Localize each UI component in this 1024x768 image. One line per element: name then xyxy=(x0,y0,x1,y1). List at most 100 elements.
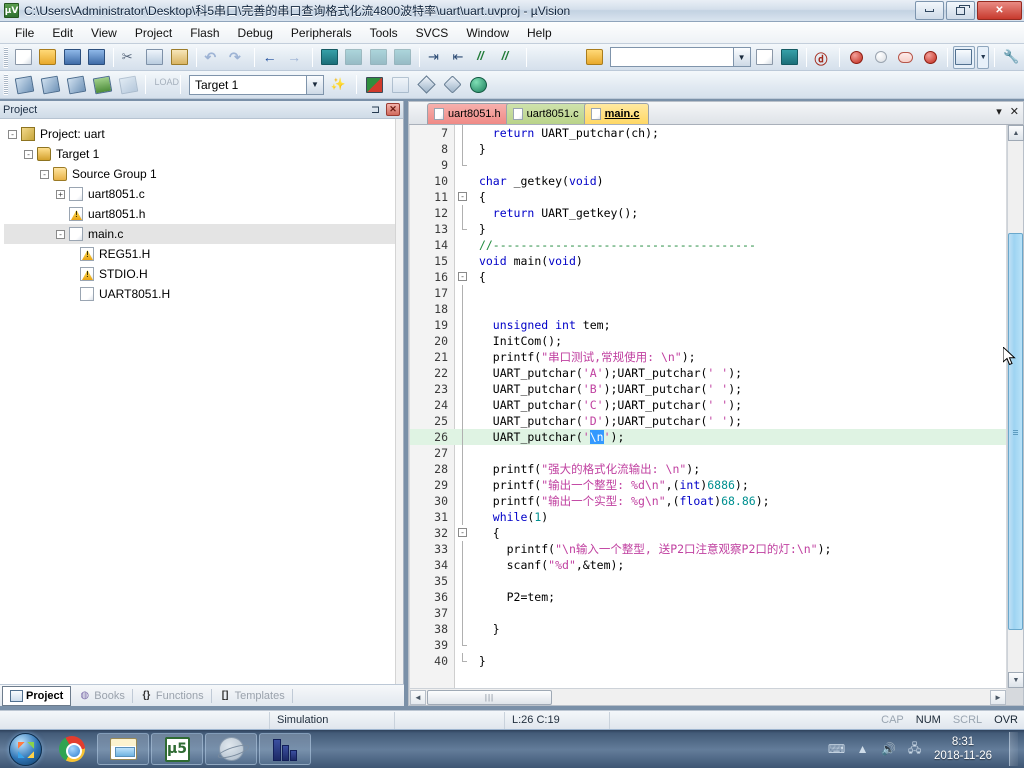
code-line[interactable]: 7 return UART_putchar(ch); xyxy=(410,125,1006,141)
fold-collapse-icon[interactable]: - xyxy=(458,192,467,201)
bookmark-prev-button[interactable] xyxy=(342,46,365,69)
navigate-back-button[interactable]: ← xyxy=(260,46,283,69)
navigate-forward-button[interactable]: → xyxy=(284,46,307,69)
redo-button[interactable]: ↷ xyxy=(226,46,249,69)
keyboard-icon[interactable]: ⌨ xyxy=(828,742,845,757)
copy-button[interactable] xyxy=(144,46,167,69)
configuration-wizard-button[interactable]: 🔧 xyxy=(1000,46,1023,69)
close-button[interactable]: ✕ xyxy=(977,1,1022,20)
manage-components-button[interactable] xyxy=(362,73,386,96)
breakpoint-disable-button[interactable] xyxy=(870,46,893,69)
stop-build-button[interactable] xyxy=(116,73,140,96)
scroll-down-button[interactable]: ▼ xyxy=(1008,672,1024,688)
build-button[interactable] xyxy=(38,73,62,96)
tree-item-source-group[interactable]: - Source Group 1 xyxy=(4,164,395,184)
target-select[interactable]: Target 1 ▼ xyxy=(189,74,324,95)
code-line[interactable]: 29 printf("输出一个整型: %d\n",(int)6886); xyxy=(410,477,1006,493)
menu-window[interactable]: Window xyxy=(457,24,518,42)
code-line[interactable]: 20 InitCom(); xyxy=(410,333,1006,349)
toolbar-grip[interactable] xyxy=(3,46,8,68)
volume-icon[interactable]: 🔊 xyxy=(880,742,897,757)
code-line[interactable]: 9 xyxy=(410,157,1006,173)
bookmark-clear-button[interactable] xyxy=(392,46,415,69)
code-line[interactable]: 21 printf("串口测试,常规使用: \n"); xyxy=(410,349,1006,365)
code-line[interactable]: 40 } xyxy=(410,653,1006,669)
start-button[interactable] xyxy=(2,731,48,767)
bookmark-toggle-button[interactable] xyxy=(318,46,341,69)
maximize-button[interactable] xyxy=(946,1,975,20)
tree-item-reg51-h[interactable]: REG51.H xyxy=(4,244,395,264)
code-line[interactable]: 34 scanf("%d",&tem); xyxy=(410,557,1006,573)
tab-functions[interactable]: {} Functions xyxy=(133,686,211,706)
taskbar-uvision[interactable]: µ5 xyxy=(151,733,203,765)
tab-books[interactable]: ◍ Books xyxy=(71,686,132,706)
scroll-right-button[interactable]: ► xyxy=(990,689,1006,705)
paste-button[interactable] xyxy=(168,46,191,69)
code-line[interactable]: 28 printf("强大的格式化流输出: \n"); xyxy=(410,461,1006,477)
runtime-environment-button[interactable] xyxy=(466,73,490,96)
code-line[interactable]: 36 P2=tem; xyxy=(410,589,1006,605)
code-line[interactable]: 22 UART_putchar('A');UART_putchar(' '); xyxy=(410,365,1006,381)
menu-file[interactable]: File xyxy=(6,24,43,42)
comment-button[interactable]: // xyxy=(474,46,497,69)
tree-item-uart8051-h[interactable]: uart8051.h xyxy=(4,204,395,224)
tree-item-target[interactable]: - Target 1 xyxy=(4,144,395,164)
debug-button[interactable]: ⓓ xyxy=(812,46,835,69)
code-line[interactable]: 27 xyxy=(410,445,1006,461)
tree-item-project[interactable]: - Project: uart xyxy=(4,124,395,144)
expander-toggle[interactable]: - xyxy=(24,149,33,159)
show-desktop-button[interactable] xyxy=(1009,732,1018,766)
fold-collapse-icon[interactable]: - xyxy=(458,528,467,537)
open-file-button[interactable] xyxy=(36,46,59,69)
menu-peripherals[interactable]: Peripherals xyxy=(282,24,361,42)
code-line[interactable]: 26 UART_putchar('\n'); xyxy=(410,429,1006,445)
multi-project-button[interactable] xyxy=(388,73,412,96)
menu-flash[interactable]: Flash xyxy=(181,24,228,42)
code-line[interactable]: 23 UART_putchar('B');UART_putchar(' '); xyxy=(410,381,1006,397)
scroll-up-button[interactable]: ▲ xyxy=(1008,125,1024,141)
uncomment-button[interactable]: // xyxy=(499,46,522,69)
code-line[interactable]: 16 - { xyxy=(410,269,1006,285)
indent-button[interactable]: ⇥ xyxy=(425,46,448,69)
expander-toggle[interactable]: - xyxy=(40,169,49,179)
save-button[interactable] xyxy=(61,46,84,69)
menu-tools[interactable]: Tools xyxy=(361,24,407,42)
batch-build-button[interactable] xyxy=(90,73,114,96)
code-line[interactable]: 15 void main(void) xyxy=(410,253,1006,269)
taskbar-chrome[interactable] xyxy=(49,733,95,765)
code-line[interactable]: 37 xyxy=(410,605,1006,621)
code-line[interactable]: 8 } xyxy=(410,141,1006,157)
code-line[interactable]: 30 printf("输出一个实型: %g\n",(float)68.86); xyxy=(410,493,1006,509)
project-panel-close-button[interactable]: ✕ xyxy=(386,103,400,116)
find-in-files-button[interactable] xyxy=(754,46,777,69)
code-line[interactable]: 12 return UART_getkey(); xyxy=(410,205,1006,221)
filter-button[interactable] xyxy=(440,73,464,96)
code-line[interactable]: 24 UART_putchar('C');UART_putchar(' '); xyxy=(410,397,1006,413)
code-line[interactable]: 33 printf("\n输入一个整型, 送P2口注意观察P2口的灯:\n"); xyxy=(410,541,1006,557)
close-tab-icon[interactable]: ✕ xyxy=(1010,105,1019,118)
expander-toggle[interactable]: + xyxy=(56,189,65,199)
bookmarks-button[interactable] xyxy=(778,46,801,69)
code-line[interactable]: 17 xyxy=(410,285,1006,301)
pin-button[interactable]: ⊐ xyxy=(369,103,382,116)
menu-svcs[interactable]: SVCS xyxy=(407,24,458,42)
expander-toggle[interactable]: - xyxy=(56,229,65,239)
project-window-button[interactable] xyxy=(952,45,976,69)
code-line[interactable]: 35 xyxy=(410,573,1006,589)
menu-view[interactable]: View xyxy=(82,24,126,42)
code-line[interactable]: 11 - { xyxy=(410,189,1006,205)
show-hidden-icons-icon[interactable]: ▲ xyxy=(854,742,871,757)
find-combo[interactable]: ▼ xyxy=(609,47,751,67)
code-line[interactable]: 18 xyxy=(410,301,1006,317)
taskbar-clock[interactable]: 8:31 2018-11-26 xyxy=(932,735,1000,763)
open-project-button[interactable] xyxy=(583,46,606,69)
tree-item-uart8051-c[interactable]: + uart8051.c xyxy=(4,184,395,204)
menu-debug[interactable]: Debug xyxy=(229,24,282,42)
code-line[interactable]: 38 } xyxy=(410,621,1006,637)
vertical-scroll-thumb[interactable] xyxy=(1008,233,1023,630)
editor-tab-uart8051-h[interactable]: uart8051.h xyxy=(427,103,511,124)
fold-collapse-icon[interactable]: - xyxy=(458,272,467,281)
rebuild-button[interactable] xyxy=(64,73,88,96)
cut-button[interactable]: ✂ xyxy=(119,46,142,69)
code-line[interactable]: 31 while(1) xyxy=(410,509,1006,525)
